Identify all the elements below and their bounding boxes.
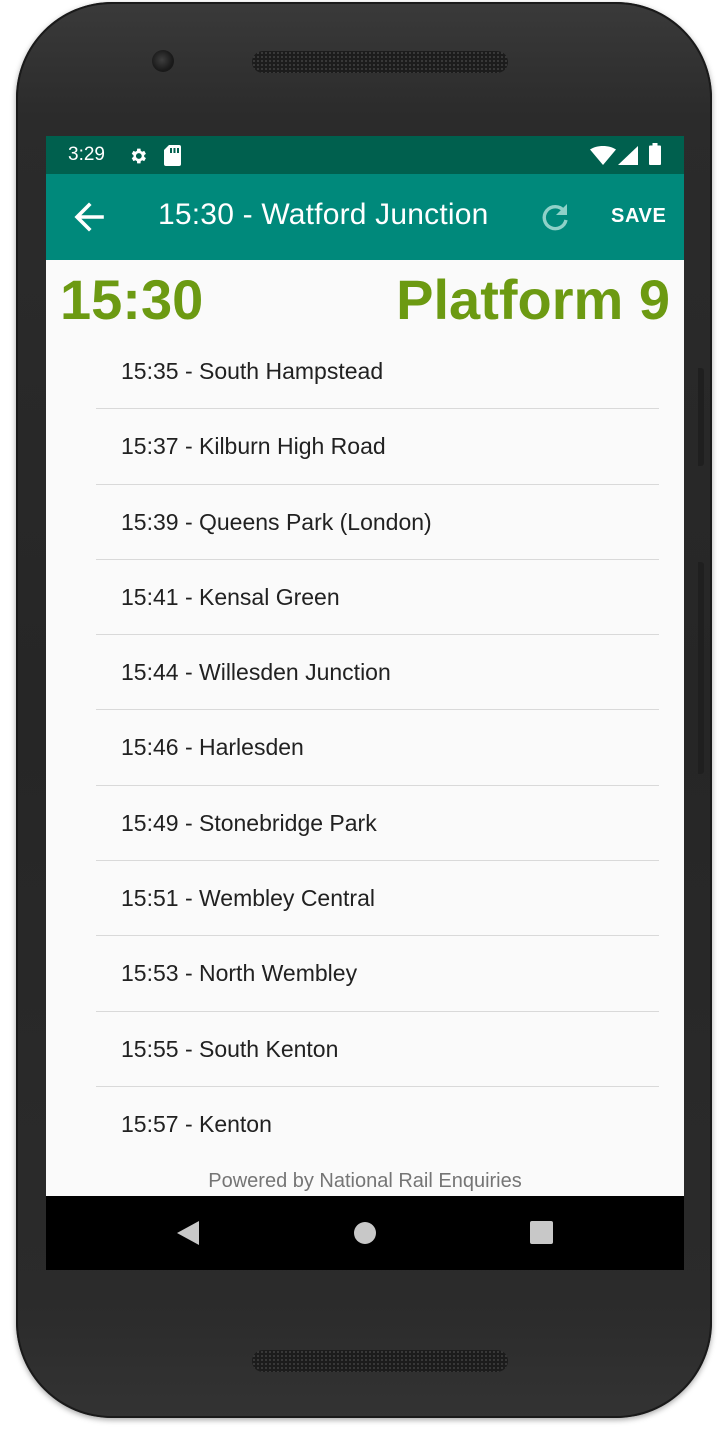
credit-text: Powered by National Rail Enquiries [208,1170,522,1192]
cell-signal-icon [618,146,638,165]
wifi-icon [590,146,616,165]
stop-label: 15:39 - Queens Park (London) [121,508,432,535]
earpiece-speaker [252,51,508,73]
save-button[interactable]: SAVE [611,205,666,228]
stop-label: 15:44 - Willesden Junction [121,659,391,686]
bottom-speaker [252,1350,508,1372]
stop-row[interactable]: 15:49 - Stonebridge Park [96,786,659,862]
front-camera [152,50,174,72]
stop-label: 15:41 - Kensal Green [121,583,340,610]
stop-row[interactable]: 15:44 - Willesden Junction [96,635,659,711]
sd-card-icon [164,145,181,166]
refresh-icon[interactable] [538,200,572,234]
power-button [698,368,704,466]
gear-icon [131,148,146,164]
home-circle-icon[interactable] [352,1218,378,1248]
calling-points-list: 15:35 - South Hampstead 15:37 - Kilburn H… [96,334,659,1162]
stop-label: 15:46 - Harlesden [121,734,304,761]
stop-row[interactable]: 15:41 - Kensal Green [96,560,659,636]
recents-square-icon[interactable] [528,1218,554,1248]
stop-label: 15:37 - Kilburn High Road [121,433,386,460]
app-bar: 15:30 - Watford Junction SAVE [46,174,684,260]
screen: 3:29 15:30 - Watford Junction SAVE 15:30… [46,136,684,1270]
stop-label: 15:51 - Wembley Central [121,885,375,912]
volume-button [698,562,704,774]
status-time: 3:29 [68,144,105,165]
stop-row[interactable]: 15:51 - Wembley Central [96,861,659,937]
arrow-back-icon[interactable] [70,199,110,235]
departure-time: 15:30 [60,268,204,331]
navigation-bar [46,1196,684,1270]
stop-label: 15:55 - South Kenton [121,1035,339,1062]
back-triangle-icon[interactable] [174,1218,204,1248]
stop-row[interactable]: 15:46 - Harlesden [96,710,659,786]
stop-row[interactable]: 15:39 - Queens Park (London) [96,485,659,560]
stop-label: 15:35 - South Hampstead [121,358,384,384]
stop-row[interactable]: 15:53 - North Wembley [96,936,659,1012]
platform-label: Platform 9 [396,268,670,331]
stop-row[interactable]: 15:37 - Kilburn High Road [96,409,659,485]
app-title: 15:30 - Watford Junction [158,198,489,231]
stop-label: 15:57 - Kenton [121,1110,272,1137]
stop-row[interactable]: 15:35 - South Hampstead [96,334,659,410]
battery-icon [649,143,661,165]
stop-label: 15:49 - Stonebridge Park [121,809,377,836]
status-bar: 3:29 [46,136,684,174]
stop-row[interactable]: 15:57 - Kenton [96,1087,659,1162]
stop-row[interactable]: 15:55 - South Kenton [96,1012,659,1087]
stop-label: 15:53 - North Wembley [121,960,358,987]
